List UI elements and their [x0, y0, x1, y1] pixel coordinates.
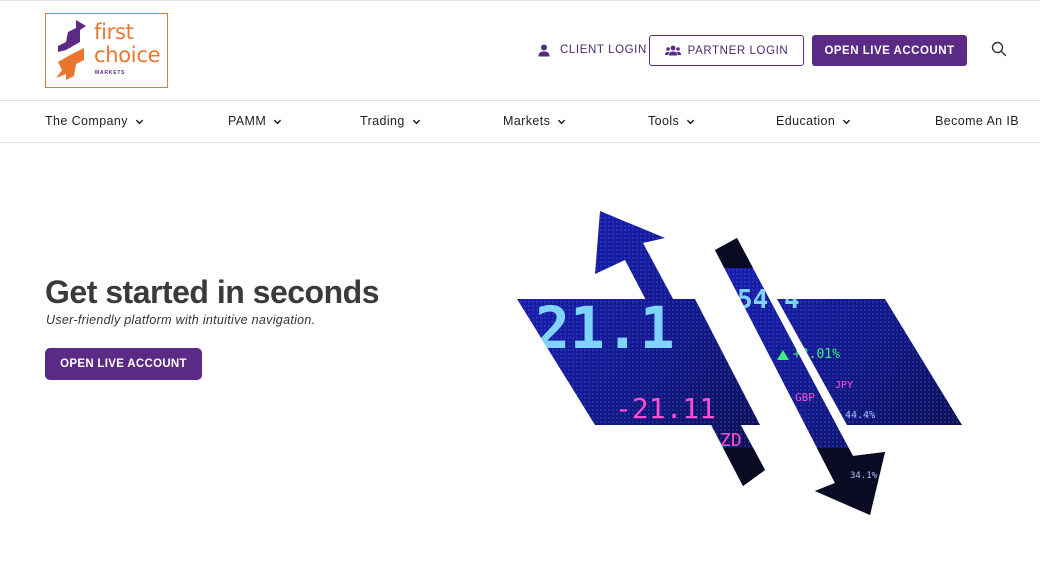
ticker-currency-jpy: JPY	[835, 380, 853, 391]
client-login-link[interactable]: CLIENT LOGIN	[538, 41, 647, 59]
nav-item-the-company[interactable]: The Company	[45, 114, 144, 128]
ticker-negative-value: -21.11	[615, 392, 716, 425]
chevron-down-icon	[687, 119, 695, 124]
ticker-small-value-1: 44.4%	[845, 410, 875, 421]
ticker-small-value-2: 34.1%	[850, 471, 878, 481]
ticker-fragment: ZD	[720, 430, 742, 451]
search-icon[interactable]	[991, 41, 1007, 57]
logo-subtitle: MARKETS	[95, 70, 126, 76]
nav-item-education[interactable]: Education	[776, 114, 851, 128]
site-header: first choice MARKETS CLIENT LOGIN PARTNE…	[0, 1, 1040, 100]
nav-item-label: The Company	[45, 114, 128, 128]
chevron-down-icon	[274, 119, 282, 124]
ticker-positive-change: +3.01%	[793, 347, 840, 362]
chevron-down-icon	[558, 119, 566, 124]
nav-item-pamm[interactable]: PAMM	[228, 114, 282, 128]
open-live-account-header-label: OPEN LIVE ACCOUNT	[824, 44, 955, 57]
nav-item-markets[interactable]: Markets	[503, 114, 566, 128]
hero-title: Get started in seconds	[45, 274, 379, 310]
nav-item-label: Markets	[503, 114, 551, 128]
nav-item-trading[interactable]: Trading	[360, 114, 421, 128]
hero-exchange-graphic: 21.1 -21.11 ZD 54.4 +3.01% GBP JPY 44.4%…	[517, 211, 962, 515]
partner-login-label: PARTNER LOGIN	[687, 44, 789, 57]
client-login-label: CLIENT LOGIN	[560, 44, 647, 56]
nav-item-label: Education	[776, 114, 836, 128]
nav-item-label: PAMM	[228, 114, 267, 128]
chevron-down-icon	[135, 119, 144, 124]
nav-item-label: Trading	[360, 114, 405, 128]
logo-word-first: first	[94, 20, 134, 44]
logo-word-choice: choice	[94, 43, 161, 67]
chevron-down-icon	[843, 119, 851, 124]
chevron-down-icon	[412, 119, 420, 124]
partner-login-button[interactable]: PARTNER LOGIN	[649, 35, 804, 66]
nav-item-become-an-ib[interactable]: Become An IB	[935, 114, 1019, 128]
open-live-account-hero-label: OPEN LIVE ACCOUNT	[60, 358, 187, 370]
nav-divider	[0, 142, 1040, 143]
open-live-account-header-button[interactable]: OPEN LIVE ACCOUNT	[812, 35, 967, 66]
open-live-account-hero-button[interactable]: OPEN LIVE ACCOUNT	[45, 348, 202, 380]
users-icon	[664, 45, 681, 56]
brand-logo[interactable]: first choice MARKETS	[45, 13, 168, 88]
nav-item-tools[interactable]: Tools	[648, 114, 695, 128]
ticker-top-value: 54.4	[737, 285, 800, 315]
logo-arrows-icon	[56, 20, 86, 80]
ticker-currency-gbp: GBP	[795, 391, 815, 404]
nav-item-label: Become An IB	[935, 114, 1020, 128]
hero-subtitle: User-friendly platform with intuitive na…	[46, 313, 316, 327]
user-icon	[538, 44, 550, 56]
nav-item-label: Tools	[648, 114, 680, 128]
main-nav: The Company PAMM Trading Markets Tools E…	[0, 101, 1040, 142]
ticker-big-number: 21.1	[535, 294, 675, 362]
